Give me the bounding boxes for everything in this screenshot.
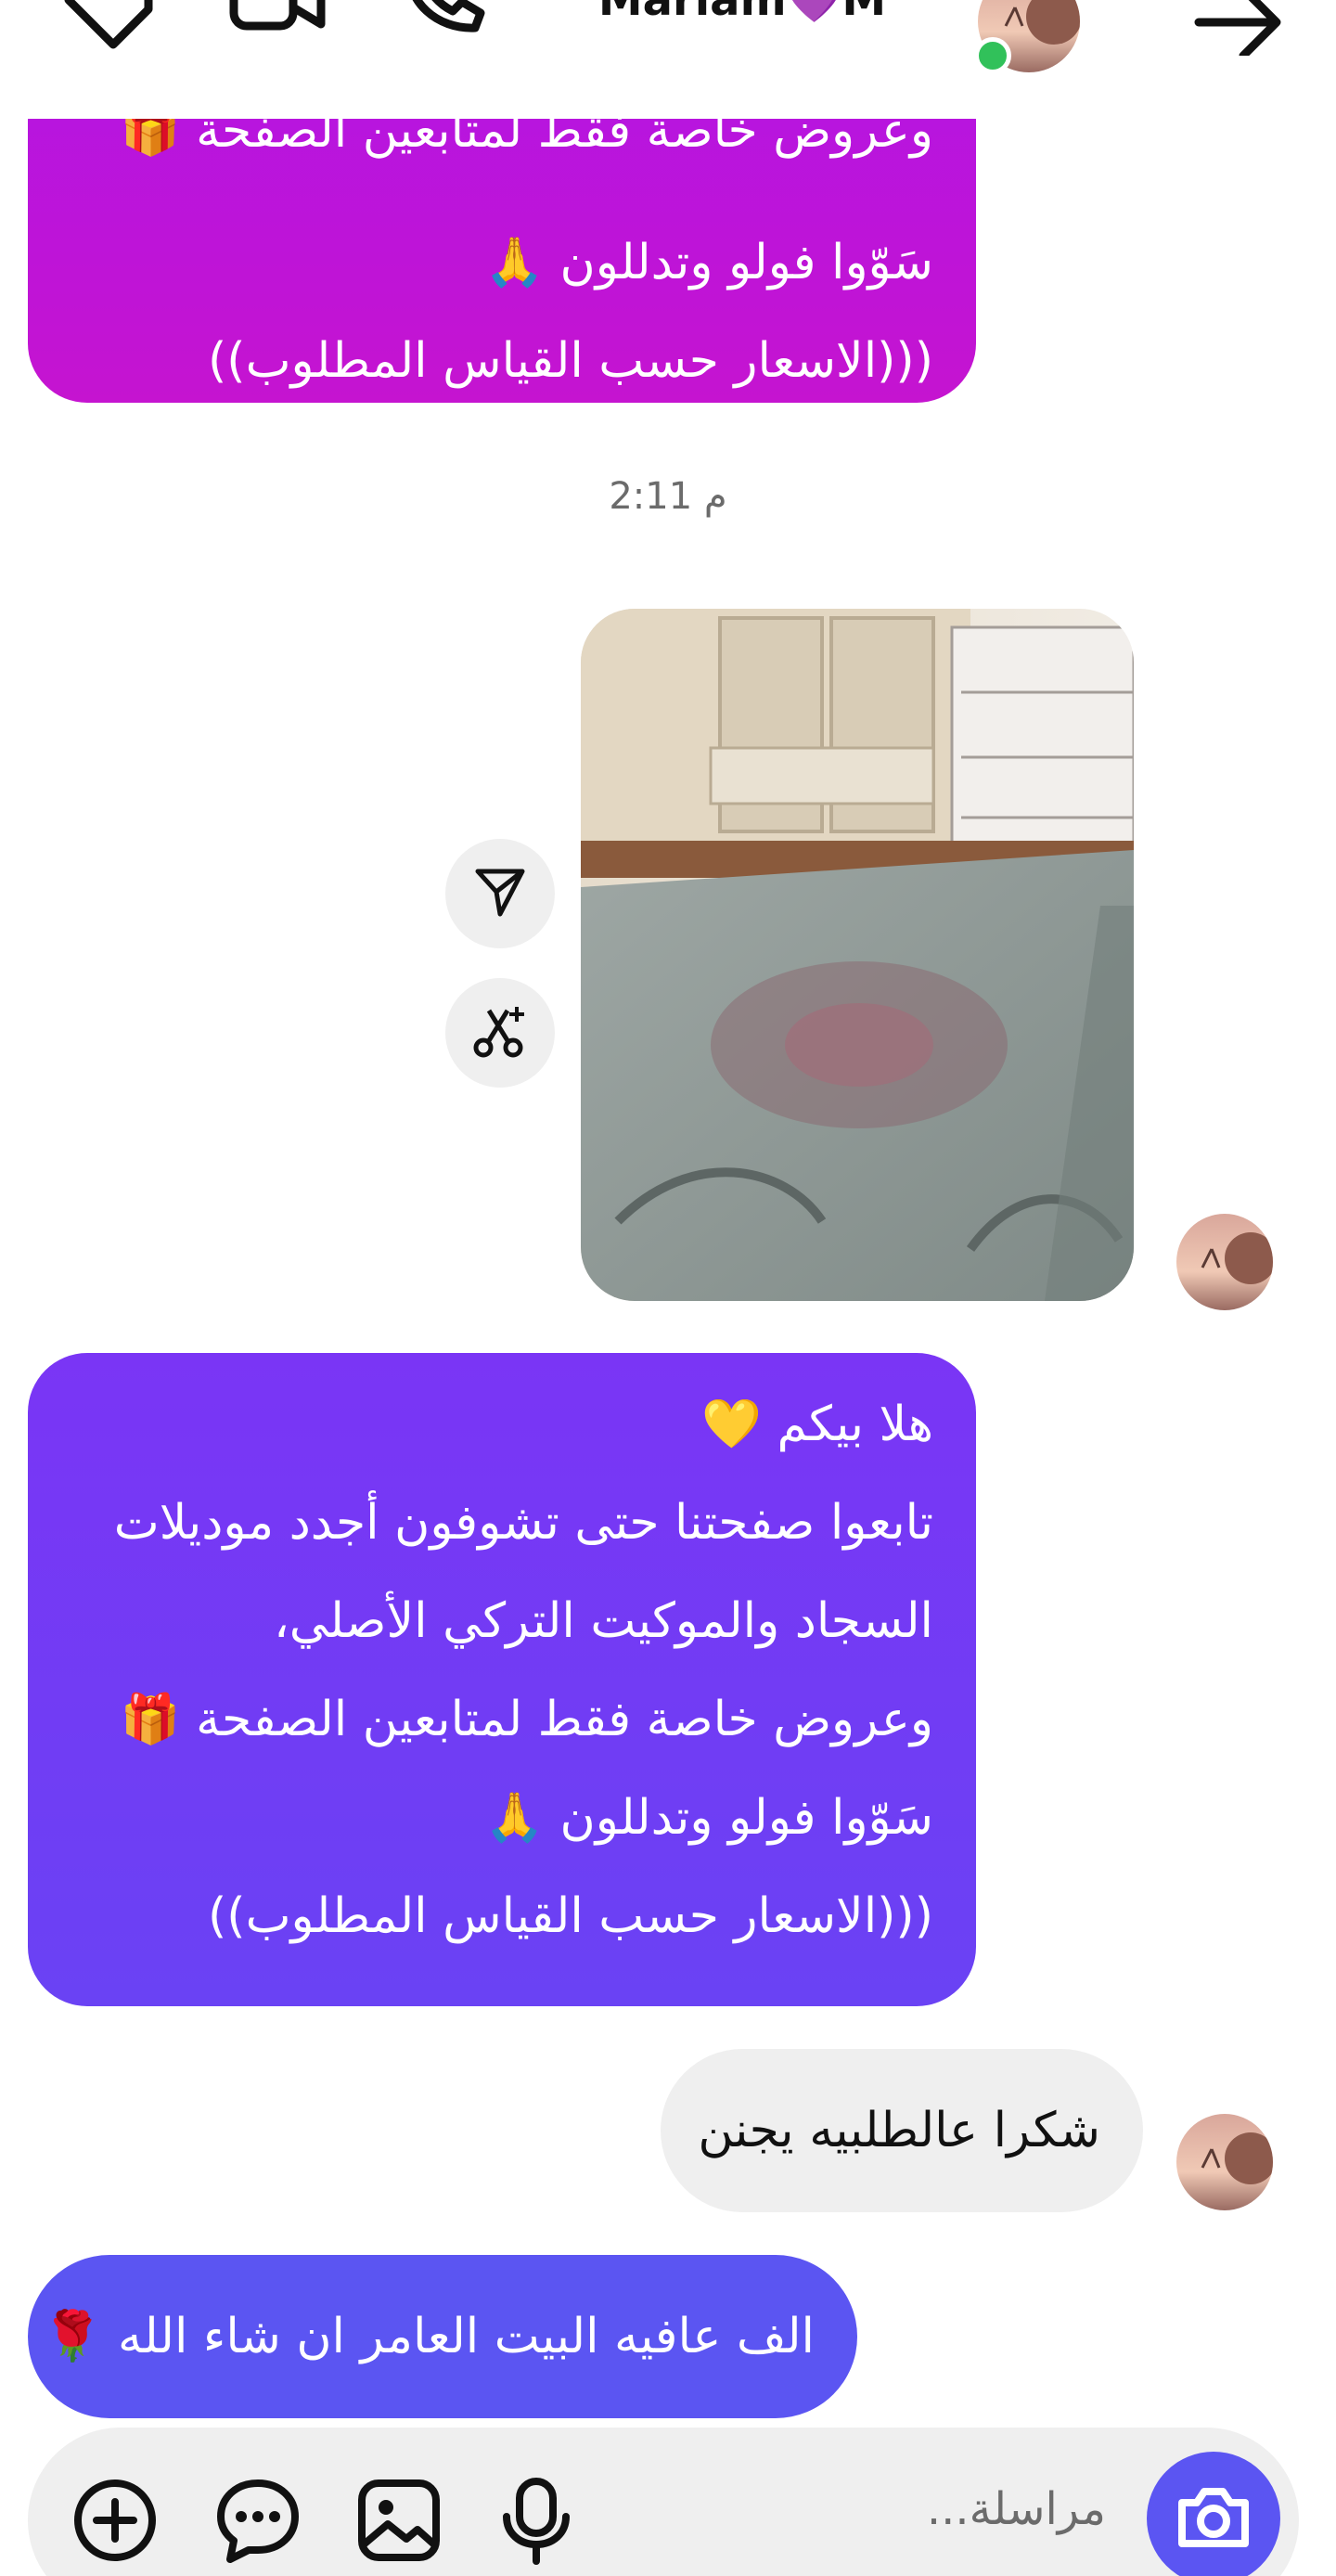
contact-avatar[interactable]: [1176, 2114, 1273, 2210]
online-status-indicator: [974, 37, 1011, 74]
tag-icon[interactable]: [56, 0, 158, 65]
add-icon[interactable]: [71, 2476, 160, 2569]
send-icon: [474, 866, 526, 921]
message-bubble-sent[interactable]: الف عافيه البيت العامر ان شاء الله 🌹: [28, 2255, 857, 2418]
phone-icon[interactable]: [399, 0, 501, 65]
microphone-icon[interactable]: [499, 2476, 573, 2569]
message-text: شكرا عالطلبيه يجنن: [698, 2103, 1100, 2158]
camera-icon: [1176, 2484, 1251, 2553]
chat-header: Mariam💜M: [0, 0, 1336, 119]
message-timestamp: 2:11 م: [609, 475, 727, 518]
message-composer: [28, 2428, 1299, 2576]
video-call-icon[interactable]: [228, 0, 330, 65]
message-line: وعروض خاصة فقط لمتابعين الصفحة 🎁: [120, 1692, 933, 1747]
message-line: سَوّوا فولو وتدللون 🙏: [484, 235, 933, 290]
shared-photo-carpet[interactable]: [581, 609, 1134, 1301]
message-text: الف عافيه البيت العامر ان شاء الله 🌹: [42, 2309, 815, 2364]
message-bubble-sent[interactable]: هلا بيكم 💛 تابعوا صفحتنا حتى تشوفون أجدد…: [28, 1353, 976, 2006]
gallery-icon[interactable]: [354, 2476, 443, 2569]
scissors-sparkle-icon: [472, 1003, 528, 1063]
message-line: السجاد والموكيت التركي الأصلي،: [273, 1593, 933, 1649]
message-line: (((الاسعار حسب القياس المطلوب)): [208, 333, 933, 389]
chat-title[interactable]: Mariam💜M: [520, 0, 965, 28]
camera-button[interactable]: [1147, 2452, 1280, 2576]
contact-avatar[interactable]: [1176, 1214, 1273, 1310]
message-bubble-received[interactable]: شكرا عالطلبيه يجنن: [661, 2049, 1143, 2212]
message-line: هلا بيكم 💛: [701, 1397, 933, 1452]
share-button[interactable]: [445, 839, 555, 948]
message-line: سَوّوا فولو وتدللون 🙏: [484, 1790, 933, 1846]
message-line: (((الاسعار حسب القياس المطلوب)): [208, 1888, 933, 1944]
message-input[interactable]: [753, 2465, 1106, 2554]
chat-bubble-icon[interactable]: [213, 2476, 302, 2569]
arrow-right-icon[interactable]: [1193, 0, 1286, 56]
message-line: تابعوا صفحتنا حتى تشوفون أجدد موديلات: [113, 1495, 933, 1551]
remix-button[interactable]: [445, 978, 555, 1088]
